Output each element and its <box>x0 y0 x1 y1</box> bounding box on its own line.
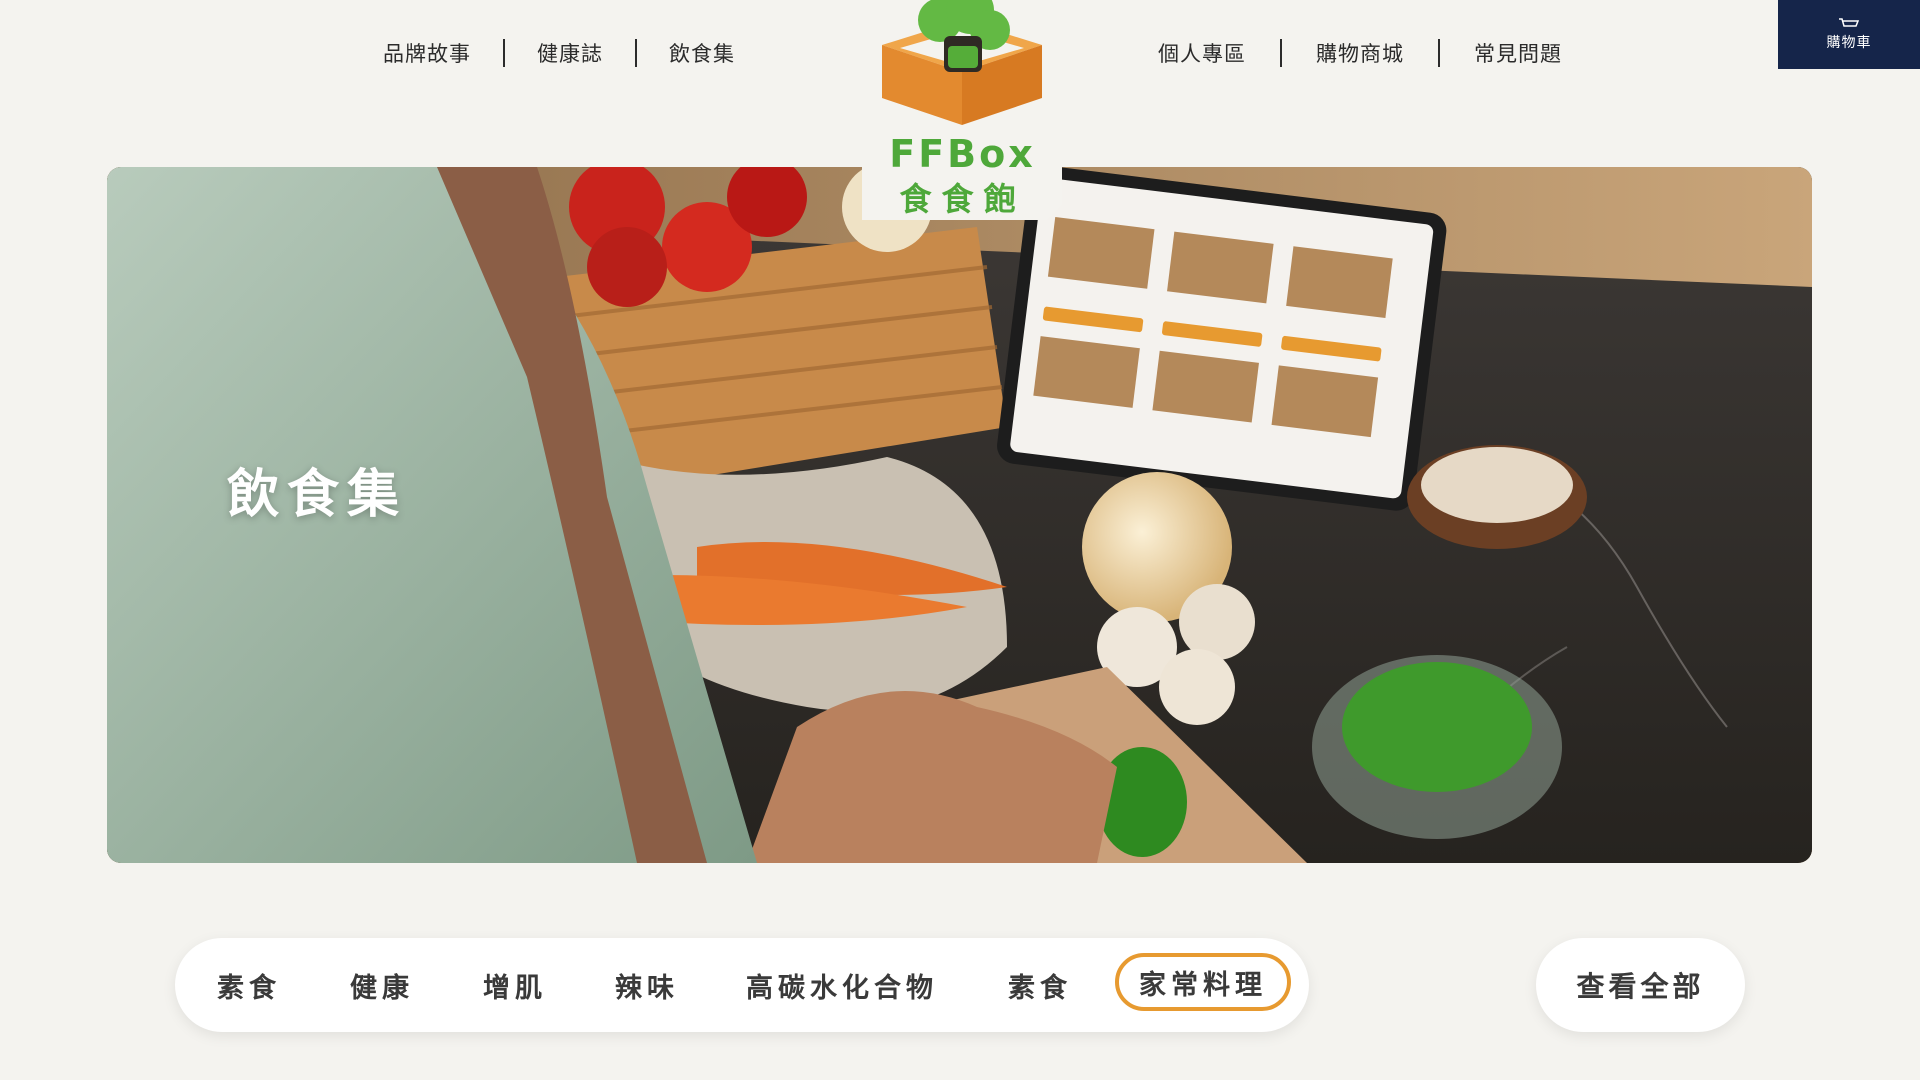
nav-brand-story[interactable]: 品牌故事 <box>383 38 471 68</box>
nav-right: 個人專區 購物商城 常見問題 <box>1158 38 1562 68</box>
category-vegetarian[interactable]: 素食 <box>199 938 299 1032</box>
nav-recipes[interactable]: 飲食集 <box>669 38 735 68</box>
nav-divider <box>1438 39 1440 67</box>
nav-shop[interactable]: 購物商城 <box>1316 38 1404 68</box>
hero-title: 飲食集 <box>227 465 408 525</box>
logo-text-en: FFBox <box>889 132 1036 176</box>
category-muscle-gain[interactable]: 增肌 <box>465 938 565 1032</box>
view-all-button[interactable]: 查看全部 <box>1536 938 1745 1032</box>
nav-divider <box>635 39 637 67</box>
cart-button[interactable]: 購物車 <box>1778 0 1920 69</box>
category-home-cooking[interactable]: 家常料理 <box>1115 953 1291 1011</box>
category-high-carb[interactable]: 高碳水化合物 <box>732 938 952 1032</box>
nav-divider <box>503 39 505 67</box>
nav-health-magazine[interactable]: 健康誌 <box>537 38 603 68</box>
category-filter-bar: 素食 健康 增肌 辣味 高碳水化合物 素食 家常料理 <box>175 938 1309 1032</box>
nav-left: 品牌故事 健康誌 飲食集 <box>383 38 735 68</box>
nav-divider <box>1280 39 1282 67</box>
cart-icon <box>1839 17 1860 27</box>
nav-personal-area[interactable]: 個人專區 <box>1158 38 1246 68</box>
logo-text-zh: 食食飽 <box>899 180 1026 218</box>
hero-banner: 飲食集 <box>107 167 1812 863</box>
category-vegetarian-2[interactable]: 素食 <box>990 938 1090 1032</box>
cart-label: 購物車 <box>1826 34 1872 51</box>
category-spicy[interactable]: 辣味 <box>597 938 697 1032</box>
nav-faq[interactable]: 常見問題 <box>1474 38 1562 68</box>
category-healthy[interactable]: 健康 <box>332 938 432 1032</box>
